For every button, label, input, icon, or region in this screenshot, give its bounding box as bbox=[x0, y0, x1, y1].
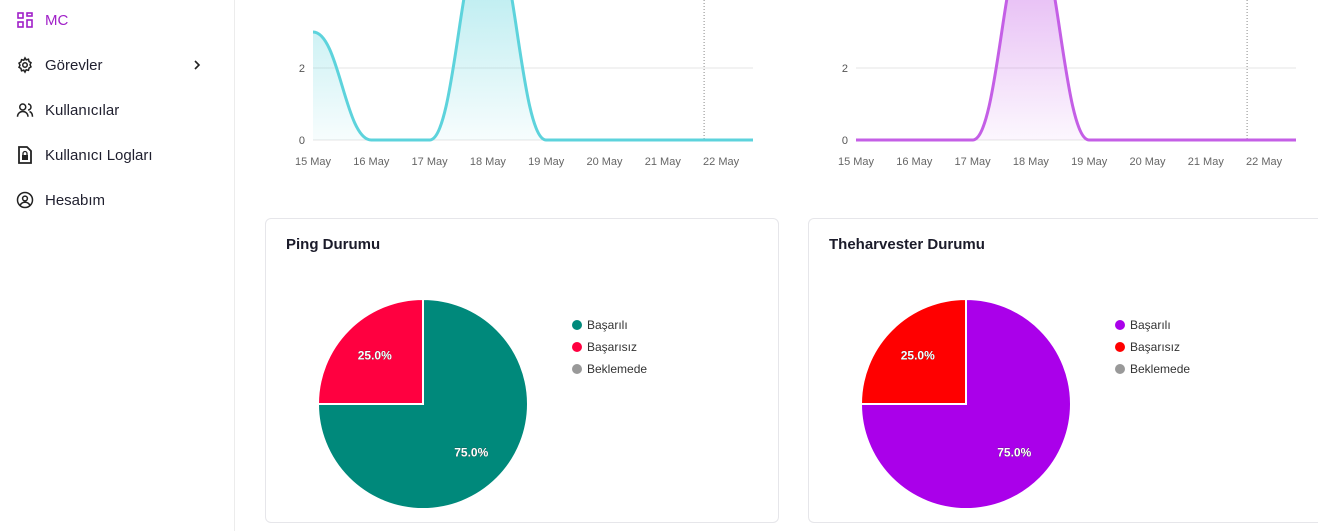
sidebar-item-label: Kullanıcı Logları bbox=[45, 146, 153, 164]
x-tick-label: 20 May bbox=[1129, 156, 1166, 168]
legend-item-success[interactable]: Başarılı bbox=[572, 318, 628, 332]
x-tick-label: 21 May bbox=[1188, 156, 1225, 168]
sidebar-item-kullanicilar[interactable]: Kullanıcılar bbox=[0, 92, 234, 128]
users-icon bbox=[16, 101, 34, 119]
legend-dot bbox=[572, 342, 582, 352]
sidebar-item-kullanici-loglari[interactable]: Kullanıcı Logları bbox=[0, 137, 234, 173]
theharvester-status-card: Theharvester Durumu 75.0% 25.0% Başarılı … bbox=[808, 218, 1318, 523]
legend-label: Başarısız bbox=[1130, 340, 1181, 354]
sidebar-item-label: Kullanıcılar bbox=[45, 101, 120, 119]
legend-item-fail[interactable]: Başarısız bbox=[572, 340, 637, 354]
legend-dot bbox=[572, 320, 582, 330]
legend-label: Başarılı bbox=[587, 318, 628, 332]
card-title: Ping Durumu bbox=[286, 236, 381, 253]
y-tick-label: 0 bbox=[842, 135, 848, 147]
slice-label: 75.0% bbox=[997, 445, 1031, 459]
series-line bbox=[856, 0, 1296, 142]
x-tick-label: 19 May bbox=[528, 156, 565, 168]
x-tick-label: 18 May bbox=[1013, 156, 1050, 168]
series-line bbox=[312, 0, 753, 142]
log-document-icon bbox=[16, 146, 34, 164]
legend-item-pending[interactable]: Beklemede bbox=[572, 362, 647, 376]
y-tick-label: 2 bbox=[842, 63, 848, 75]
sidebar: MC Görevler Kullanıcılar Kullanıcı Logla… bbox=[0, 0, 235, 531]
account-circle-icon bbox=[16, 191, 34, 209]
legend-item-success[interactable]: Başarılı bbox=[1115, 318, 1171, 332]
y-tick-label: 0 bbox=[299, 135, 305, 147]
pie-chart-theharvester: 75.0% 25.0% bbox=[859, 297, 1072, 510]
legend-label: Beklemede bbox=[1130, 362, 1191, 376]
x-tick-label: 16 May bbox=[896, 156, 933, 168]
ping-status-card: Ping Durumu 75.0% 25.0% Başarılı Başarısı… bbox=[265, 218, 779, 523]
legend-label: Beklemede bbox=[587, 362, 648, 376]
legend-dot bbox=[572, 364, 582, 374]
sidebar-item-hesabim[interactable]: Hesabım bbox=[0, 182, 234, 218]
legend-label: Başarısız bbox=[587, 340, 638, 354]
sidebar-item-label: MC bbox=[45, 11, 69, 29]
area-chart-ping-trend: 0 2 15 May 16 May 17 May 18 May 19 May 20 May 21… bbox=[295, 0, 753, 168]
card-title: Theharvester Durumu bbox=[829, 236, 985, 253]
pie-chart-ping: 75.0% 25.0% bbox=[316, 297, 529, 510]
sidebar-item-gorevler[interactable]: Görevler bbox=[0, 47, 234, 83]
x-tick-label: 15 May bbox=[295, 156, 332, 168]
legend-dot bbox=[1115, 342, 1125, 352]
legend-dot bbox=[1115, 364, 1125, 374]
chevron-right-icon bbox=[190, 58, 204, 72]
legend-label: Başarılı bbox=[1130, 318, 1171, 332]
main-content: 0 2 15 May 16 May 17 May 18 May 19 May 20 May 21… bbox=[235, 0, 1318, 531]
legend-item-fail[interactable]: Başarısız bbox=[1115, 340, 1180, 354]
area-chart-harvester-trend: 0 2 15 May 16 May 17 May 18 May 19 May 20 May 21… bbox=[838, 0, 1296, 168]
y-tick-label: 2 bbox=[299, 63, 305, 75]
x-tick-label: 17 May bbox=[412, 156, 449, 168]
x-tick-label: 18 May bbox=[470, 156, 507, 168]
x-tick-label: 15 May bbox=[838, 156, 875, 168]
sidebar-item-mc[interactable]: MC bbox=[0, 2, 234, 38]
x-tick-label: 19 May bbox=[1071, 156, 1108, 168]
legend-item-pending[interactable]: Beklemede bbox=[1115, 362, 1190, 376]
gear-icon bbox=[16, 56, 34, 74]
x-tick-label: 20 May bbox=[586, 156, 623, 168]
slice-label: 25.0% bbox=[358, 349, 392, 363]
x-tick-label: 16 May bbox=[353, 156, 390, 168]
slice-label: 75.0% bbox=[454, 445, 488, 459]
sidebar-item-label: Hesabım bbox=[45, 191, 106, 209]
x-tick-label: 21 May bbox=[645, 156, 682, 168]
legend-dot bbox=[1115, 320, 1125, 330]
sidebar-item-label: Görevler bbox=[45, 56, 103, 74]
x-tick-label: 22 May bbox=[1246, 156, 1283, 168]
x-tick-label: 17 May bbox=[955, 156, 992, 168]
x-tick-label: 22 May bbox=[703, 156, 740, 168]
slice-label: 25.0% bbox=[901, 349, 935, 363]
dashboard-grid-icon bbox=[16, 11, 34, 29]
